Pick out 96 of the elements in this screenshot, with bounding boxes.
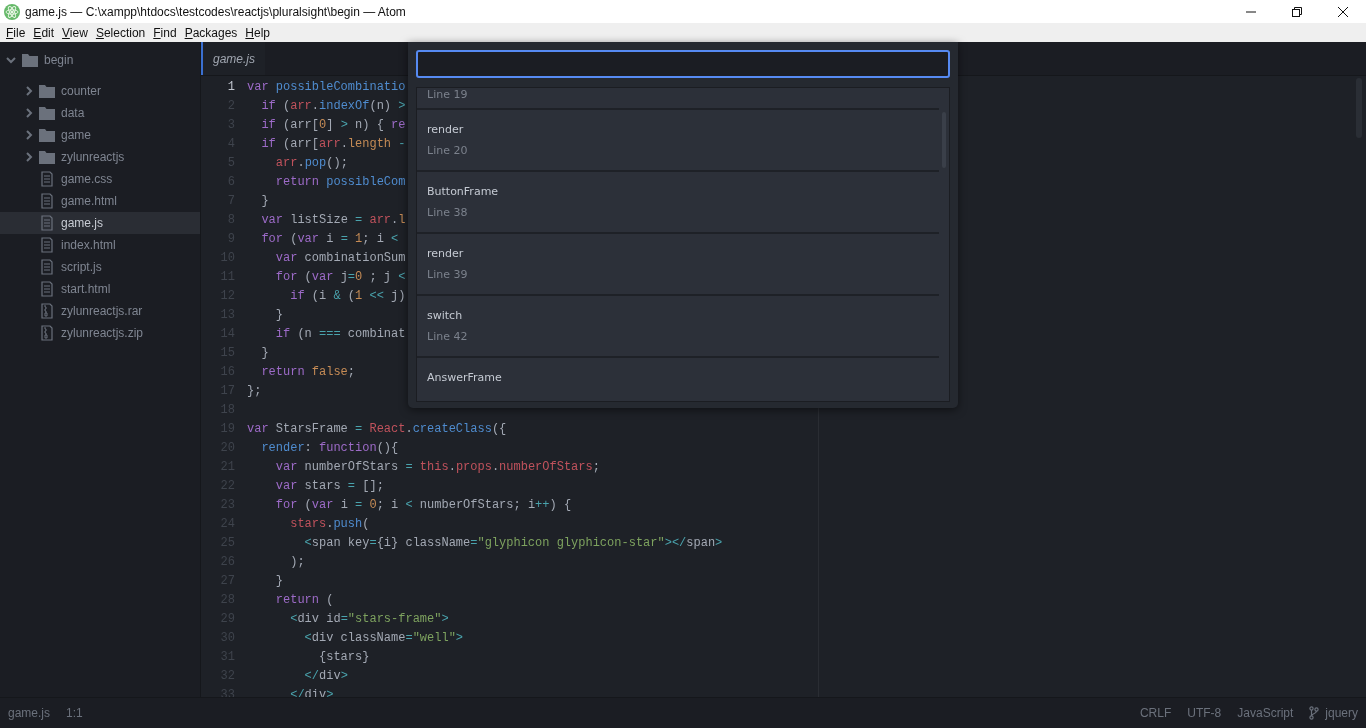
code-line: return ( [274,592,334,607]
code-line: var StarsFrame = React.createClass({ [247,421,507,436]
code-line: if (i & (1 << j) [289,288,406,303]
symbol-item[interactable]: render Line 39 [417,234,939,296]
code-line: } [274,307,283,322]
chevron-icon [6,55,16,65]
archive-file-icon [39,303,55,319]
file-icon [39,193,55,209]
folder-icon [39,84,55,98]
code-line: } [260,345,269,360]
tree-item[interactable]: start.html [0,278,200,300]
code-line: return possibleCom [274,174,406,189]
file-icon [39,281,55,297]
code-line: for (var j=0 ; j < [274,269,406,284]
search-field[interactable] [416,50,950,78]
grammar[interactable]: JavaScript [1237,706,1294,720]
file-icon [39,259,55,275]
code-line: return false; [260,364,356,379]
git-branch[interactable]: jquery [1325,706,1358,720]
menu-item[interactable]: View [58,25,92,40]
code-line: } [274,573,283,588]
symbol-name: switch [427,309,464,322]
tree-item[interactable]: game.css [0,168,200,190]
file-tab[interactable]: game.js [201,42,266,75]
close-icon [1337,5,1349,18]
menu-item[interactable]: Find [149,25,181,40]
code-line: ); [289,554,305,569]
encoding[interactable]: UTF-8 [1187,706,1222,720]
code-line: if (arr[arr.length - [260,136,406,151]
tree-root[interactable]: begin [0,48,200,72]
code-line: if (arr.indexOf(n) > [260,98,406,113]
restore-icon [1291,5,1303,18]
menu-item[interactable]: File [2,25,30,40]
menu-item[interactable]: Selection [91,25,150,40]
file-icon [39,237,55,253]
code-line: </div> [289,687,334,697]
symbol-item[interactable]: render Line 20 [417,110,939,172]
status-file[interactable]: game.js [8,706,51,720]
code-line: {stars} [318,649,370,664]
code-line: arr.pop(); [274,155,348,170]
folder-icon [22,53,38,67]
symbol-line: Line 38 [427,206,469,219]
code-line: var listSize = arr.l [260,212,406,227]
symbol-name: render [427,247,465,260]
git-branch-icon [1309,706,1320,720]
symbol-line: Line 19 [427,88,469,101]
code-line: var possibleCombinatio [247,79,406,94]
symbol-item[interactable]: switch Line 42 [417,296,939,358]
file-icon [39,171,55,187]
cursor-position[interactable]: 1:1 [66,706,83,720]
code-line: <div id="stars-frame"> [289,611,449,626]
symbol-item[interactable]: Line 19 [417,88,939,110]
tree-item[interactable]: zylunreactjs.zip [0,322,200,344]
tree-item[interactable]: index.html [0,234,200,256]
symbol-line: Line 20 [427,144,469,157]
file-icon [39,215,55,231]
atom-logo-icon [4,3,20,20]
code-line: if (n === combinat [274,326,406,341]
line-number: 1 [227,79,235,94]
folder-icon [39,128,55,142]
code-line: }; [247,383,262,398]
code-line: <div className="well"> [303,630,464,645]
menu-item[interactable]: Edit [29,25,59,40]
code-line: for (var i = 0; i < numberOfStars; i++) { [274,497,572,512]
archive-file-icon [39,325,55,341]
code-line: <span key={i} className="glyphicon glyphicon-star"></span> [303,535,723,550]
window-title: game.js — C:\xampp\htdocs\testcodes\reactjs\pluralsight\begin — Atom [25,4,406,19]
tree-item[interactable]: zylunreactjs.rar [0,300,200,322]
tree-item[interactable]: zylunreactjs [0,146,200,168]
code-line: var numberOfStars = this.props.numberOfStars; [274,459,600,474]
line-ending[interactable]: CRLF [1139,706,1172,720]
code-line: if (arr[0] > n) { re [260,117,406,132]
code-line: var combinationSum [274,250,406,265]
code-line: stars.push( [289,516,370,531]
code-line: var stars = []; [274,478,384,493]
symbol-name: render [427,123,465,136]
tree-item[interactable]: counter [0,80,200,102]
menu-item[interactable]: Help [241,25,275,40]
symbol-item[interactable]: ButtonFrame Line 38 [417,172,939,234]
folder-icon [39,106,55,120]
code-line: for (var i = 1; i < [260,231,399,246]
folder-icon [39,150,55,164]
symbol-line: Line 39 [427,268,469,281]
tree-item[interactable]: game.html [0,190,200,212]
symbol-name: AnswerFrame [427,371,503,384]
tree-item[interactable]: game [0,124,200,146]
symbol-item[interactable]: AnswerFrame [417,358,939,401]
tree-item[interactable]: data [0,102,200,124]
tree-item[interactable]: game.js [0,212,200,234]
code-line: } [260,193,269,208]
code-line: </div> [303,668,348,683]
menu-item[interactable]: Packages [180,25,242,40]
symbol-line: Line 42 [427,330,469,343]
tree-item[interactable]: script.js [0,256,200,278]
symbol-name: ButtonFrame [427,185,500,198]
code-line: render: function(){ [260,440,399,455]
